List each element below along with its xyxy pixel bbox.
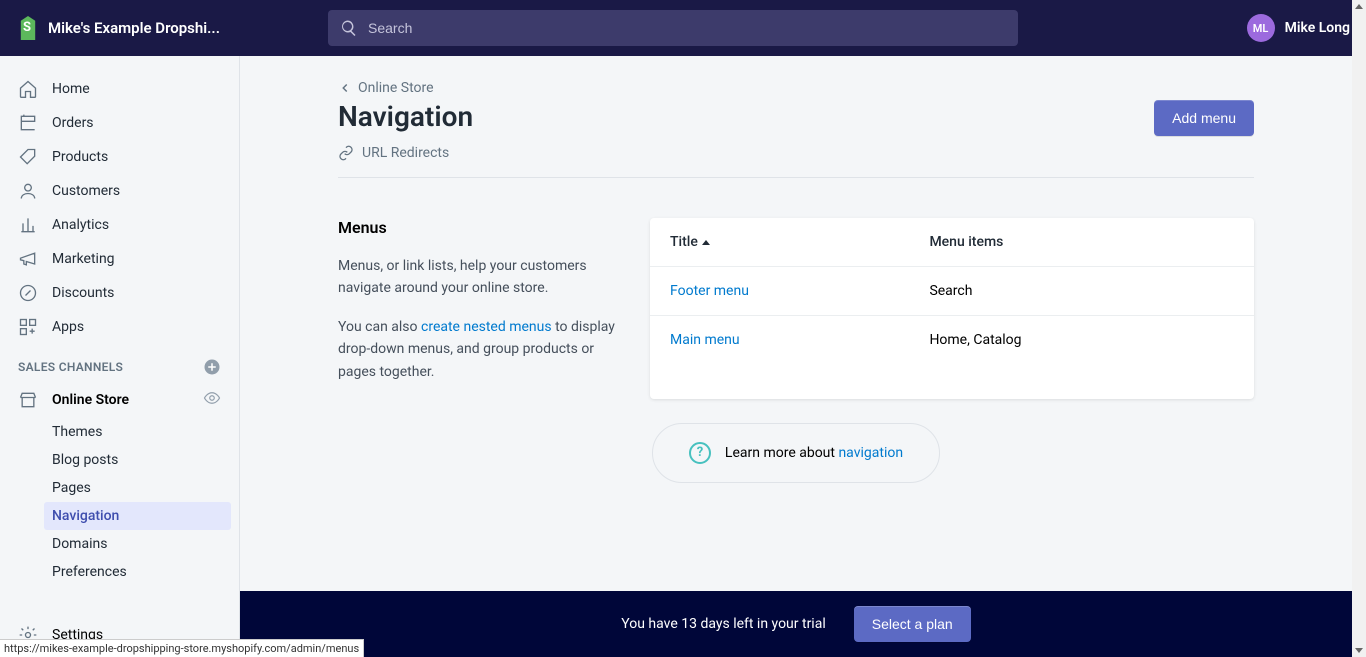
- table-row: Main menu Home, Catalog: [650, 316, 1254, 374]
- menu-link-footer[interactable]: Footer menu: [670, 283, 749, 299]
- status-bar-url: https://mikes-example-dropshipping-store…: [0, 639, 364, 657]
- add-channel-icon[interactable]: [203, 358, 221, 376]
- store-icon: [18, 390, 38, 410]
- orders-icon: [18, 113, 38, 133]
- customer-icon: [18, 181, 38, 201]
- th-title[interactable]: Title: [670, 234, 929, 250]
- sort-asc-icon: [702, 240, 710, 245]
- main-content: Online Store Navigation URL Redirects Ad…: [240, 56, 1352, 657]
- learn-more-text: Learn more about: [725, 445, 839, 461]
- sidebar-sub-themes[interactable]: Themes: [44, 418, 231, 446]
- learn-more-link[interactable]: navigation: [838, 445, 903, 461]
- sidebar-item-products[interactable]: Products: [8, 140, 231, 174]
- avatar: ML: [1247, 14, 1275, 42]
- sidebar-sub-blog-posts[interactable]: Blog posts: [44, 446, 231, 474]
- url-redirects-label: URL Redirects: [362, 145, 449, 161]
- menu-items-cell: Search: [929, 283, 1234, 299]
- shopify-logo-icon: [16, 16, 40, 40]
- section-label: SALES CHANNELS: [18, 360, 123, 374]
- sidebar-sub-domains[interactable]: Domains: [44, 530, 231, 558]
- th-menu-items[interactable]: Menu items: [929, 234, 1234, 250]
- scroll-up-icon[interactable]: [1355, 4, 1363, 9]
- tag-icon: [18, 147, 38, 167]
- menus-description-1: Menus, or link lists, help your customer…: [338, 255, 618, 300]
- url-redirects-link[interactable]: URL Redirects: [338, 145, 473, 161]
- add-menu-button[interactable]: Add menu: [1154, 100, 1254, 136]
- discount-icon: [18, 283, 38, 303]
- nested-menus-link[interactable]: create nested menus: [421, 319, 552, 335]
- breadcrumb-label: Online Store: [358, 80, 434, 96]
- divider: [338, 177, 1254, 178]
- home-icon: [18, 79, 38, 99]
- channel-label: Online Store: [52, 392, 189, 408]
- help-icon: ?: [689, 442, 711, 464]
- search-input[interactable]: [368, 20, 1006, 36]
- table-row: Footer menu Search: [650, 267, 1254, 316]
- scroll-down-icon[interactable]: [1355, 648, 1363, 653]
- menus-table-card: Title Menu items Footer menu Search Main…: [650, 218, 1254, 399]
- store-name: Mike's Example Dropshi...: [48, 19, 220, 37]
- page-title: Navigation: [338, 100, 473, 133]
- sidebar-item-label: Analytics: [52, 217, 109, 233]
- menus-heading: Menus: [338, 218, 618, 237]
- learn-more-pill: ? Learn more about navigation: [652, 423, 940, 483]
- sidebar-item-label: Products: [52, 149, 108, 165]
- search-icon: [340, 19, 358, 37]
- megaphone-icon: [18, 249, 38, 269]
- apps-icon: [18, 317, 38, 337]
- menu-link-main[interactable]: Main menu: [670, 332, 740, 348]
- scrollbar[interactable]: [1352, 0, 1366, 657]
- top-bar: Mike's Example Dropshi... ML Mike Long: [0, 0, 1366, 56]
- chevron-left-icon: [338, 81, 352, 95]
- sidebar-item-label: Marketing: [52, 251, 115, 267]
- sidebar-item-customers[interactable]: Customers: [8, 174, 231, 208]
- analytics-icon: [18, 215, 38, 235]
- sidebar-item-home[interactable]: Home: [8, 72, 231, 106]
- search-box[interactable]: [328, 10, 1018, 46]
- link-icon: [338, 145, 354, 161]
- sidebar-sub-navigation[interactable]: Navigation: [44, 502, 231, 530]
- logo-area[interactable]: Mike's Example Dropshi...: [16, 16, 328, 40]
- sidebar-item-marketing[interactable]: Marketing: [8, 242, 231, 276]
- sidebar-item-label: Apps: [52, 319, 84, 335]
- sidebar-sub-pages[interactable]: Pages: [44, 474, 231, 502]
- menu-items-cell: Home, Catalog: [929, 332, 1234, 348]
- sidebar-item-analytics[interactable]: Analytics: [8, 208, 231, 242]
- user-name: Mike Long: [1285, 20, 1350, 36]
- user-menu[interactable]: ML Mike Long: [1227, 14, 1350, 42]
- breadcrumb[interactable]: Online Store: [338, 80, 1254, 96]
- eye-icon[interactable]: [203, 389, 221, 411]
- sidebar-item-label: Discounts: [52, 285, 114, 301]
- menus-description-2: You can also create nested menus to disp…: [338, 316, 618, 383]
- sidebar-item-label: Customers: [52, 183, 120, 199]
- sidebar-item-online-store[interactable]: Online Store: [8, 382, 231, 418]
- trial-bar: You have 13 days left in your trial Sele…: [240, 591, 1352, 657]
- sidebar-sub-preferences[interactable]: Preferences: [44, 558, 231, 586]
- select-plan-button[interactable]: Select a plan: [854, 606, 971, 642]
- trial-text: You have 13 days left in your trial: [621, 616, 825, 632]
- search-wrap: [328, 10, 1018, 46]
- sidebar: Home Orders Products Customers Analytics…: [0, 56, 240, 657]
- sidebar-item-label: Home: [52, 81, 90, 97]
- sidebar-item-orders[interactable]: Orders: [8, 106, 231, 140]
- sales-channels-header: SALES CHANNELS: [8, 344, 231, 382]
- sidebar-item-discounts[interactable]: Discounts: [8, 276, 231, 310]
- sidebar-item-label: Orders: [52, 115, 94, 131]
- sidebar-item-apps[interactable]: Apps: [8, 310, 231, 344]
